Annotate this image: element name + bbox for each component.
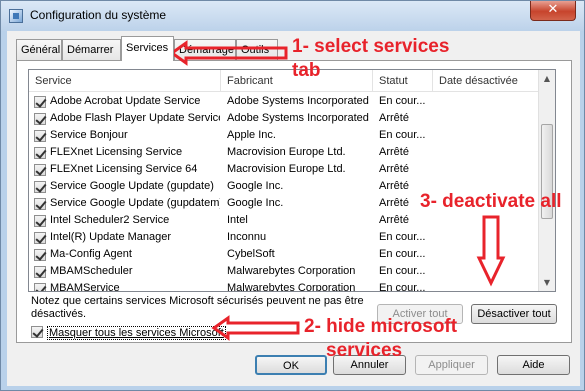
arrow-icon <box>476 215 506 287</box>
arrow-icon <box>211 315 300 341</box>
tab-services[interactable]: Services <box>121 36 174 61</box>
annotation-step3: 3- deactivate all <box>420 191 562 212</box>
annotation-step2-line2: services <box>326 340 403 361</box>
annotation-step1-line2: tab <box>292 60 321 81</box>
annotation-step1: 1- select services <box>292 36 450 57</box>
annotation-step2: 2- hide microsoft <box>304 316 458 337</box>
arrow-icon <box>169 40 288 66</box>
